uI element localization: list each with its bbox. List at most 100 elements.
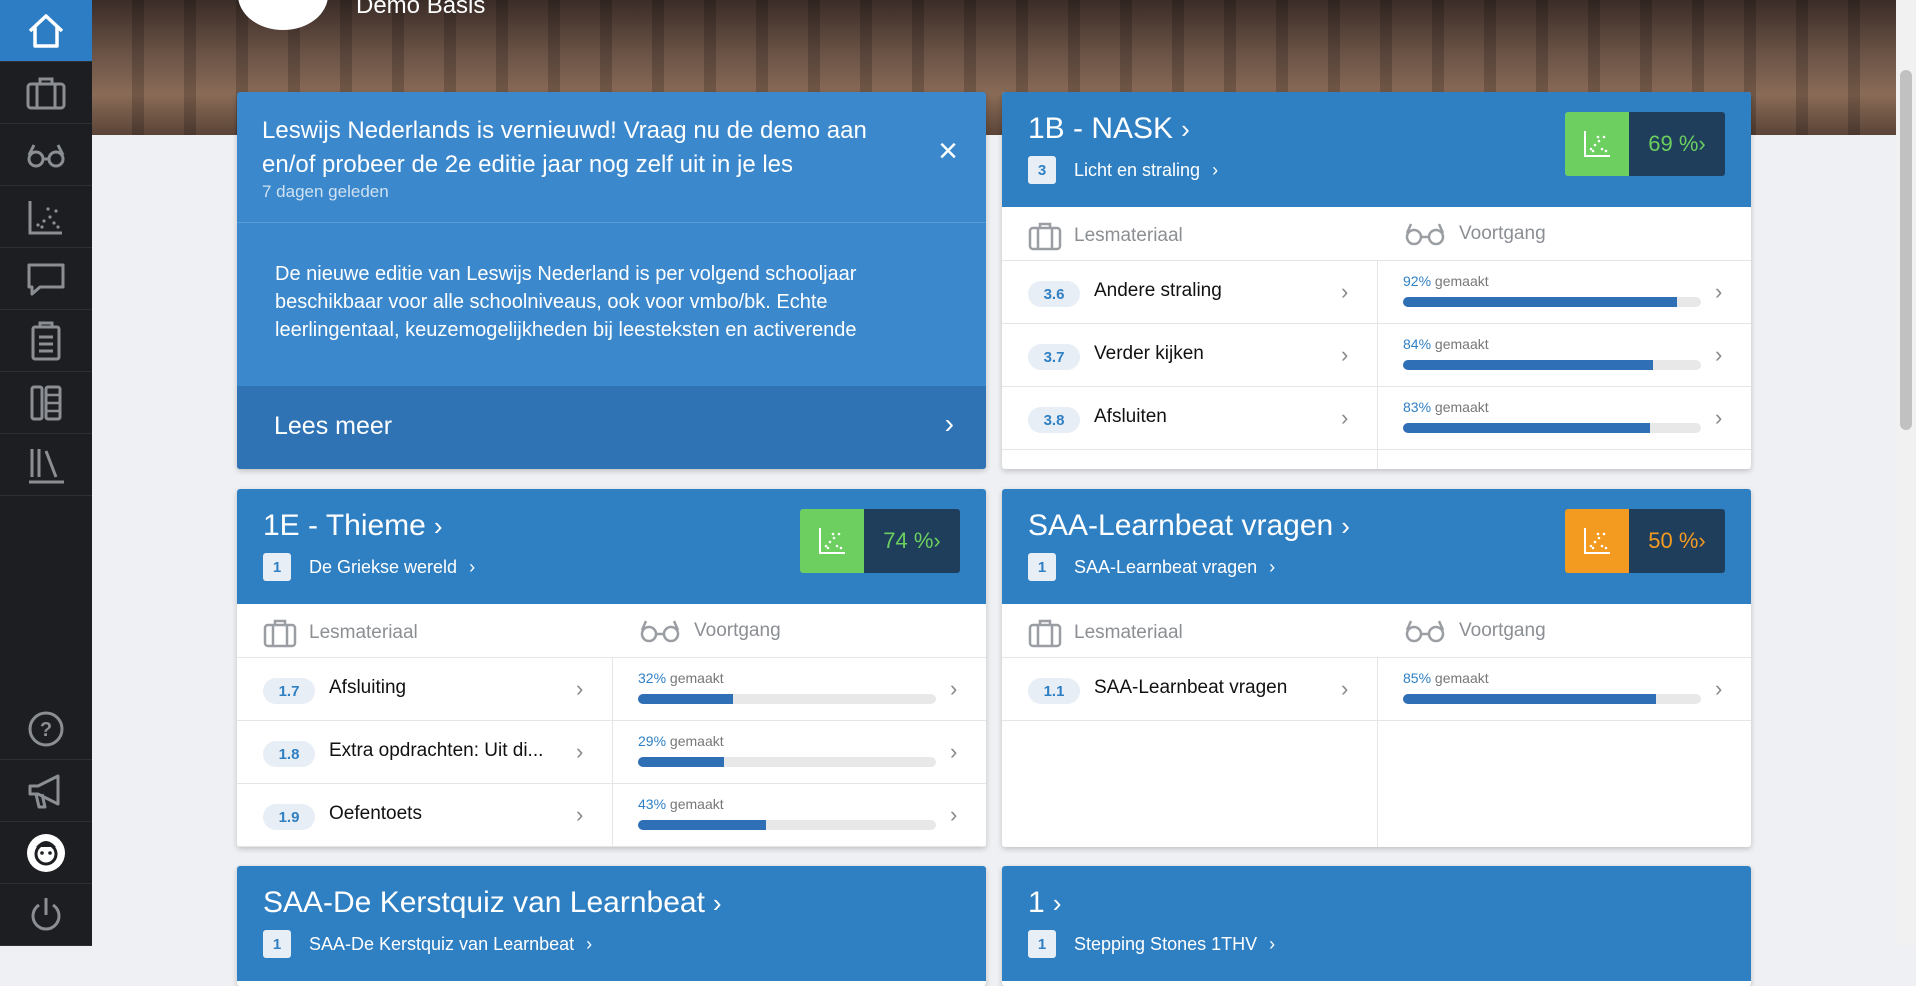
chapter-badge: 1 — [1028, 553, 1056, 581]
material-header: Lesmateriaal — [263, 618, 418, 648]
score-percent: 69 % — [1648, 131, 1699, 156]
course-title-link[interactable]: SAA-De Kerstquiz van Learnbeat › — [263, 886, 722, 920]
progress-made-label: gemaakt — [669, 733, 724, 749]
chevron-right-icon: › — [1052, 888, 1062, 918]
chevron-right-icon[interactable]: › — [950, 676, 957, 702]
progress-made-label: gemaakt — [669, 670, 724, 686]
scrollbar-thumb[interactable] — [1900, 70, 1912, 430]
progress-header: Voortgang — [1403, 618, 1546, 644]
read-more-button[interactable]: Lees meer › — [237, 386, 986, 469]
chapter-link[interactable]: 1 SAA-Learnbeat vragen › — [1028, 553, 1275, 581]
score-percent: 74 % — [883, 528, 934, 553]
chapter-link[interactable]: 1 Stepping Stones 1THV › — [1028, 930, 1275, 958]
progress-fill — [638, 757, 725, 767]
help-button[interactable]: ? — [0, 698, 92, 760]
chevron-right-icon[interactable]: › — [1715, 279, 1722, 305]
chevron-right-icon[interactable]: › — [576, 739, 583, 765]
chevron-right-icon[interactable]: › — [1341, 342, 1348, 368]
profile-button[interactable] — [0, 822, 92, 884]
card-header: 1E - Thieme › 1 De Griekse wereld › 74 % › — [237, 489, 986, 604]
material-label: Lesmateriaal — [1074, 622, 1183, 643]
progress-percent: 84% — [1403, 336, 1432, 352]
glasses-icon — [640, 620, 680, 643]
chart-icon — [1584, 131, 1610, 157]
score-button[interactable]: 74 % › — [800, 509, 960, 573]
progress-bar — [1403, 694, 1701, 704]
sidebar-item-results[interactable] — [0, 186, 92, 248]
lesson-number: 3.7 — [1028, 344, 1080, 370]
course-title: SAA-De Kerstquiz van Learnbeat — [263, 886, 705, 919]
chevron-right-icon[interactable]: › — [1715, 342, 1722, 368]
material-label: Lesmateriaal — [309, 622, 418, 643]
lesson-number: 1.9 — [263, 804, 315, 830]
material-header: Lesmateriaal — [1028, 618, 1183, 648]
sidebar-item-material[interactable] — [0, 62, 92, 124]
chapter-badge: 1 — [263, 930, 291, 958]
chapter-title: SAA-De Kerstquiz van Learnbeat — [309, 933, 575, 954]
lesson-name[interactable]: Oefentoets — [329, 803, 569, 825]
chevron-right-icon[interactable]: › — [1341, 405, 1348, 431]
lesson-number: 1.8 — [263, 741, 315, 767]
chevron-right-icon: › — [1341, 511, 1350, 541]
chevron-right-icon[interactable]: › — [1715, 405, 1722, 431]
progress-fill — [1403, 694, 1657, 704]
progress-text: 32% gemaakt — [638, 670, 724, 686]
lesson-name[interactable]: Extra opdrachten: Uit di... — [329, 740, 569, 762]
progress-label: Voortgang — [1459, 620, 1546, 641]
progress-made-label: gemaakt — [1434, 399, 1489, 415]
sidebar-item-methods[interactable] — [0, 372, 92, 434]
progress-made-label: gemaakt — [1434, 273, 1489, 289]
briefcase-icon — [1028, 222, 1062, 251]
sidebar-item-tasks[interactable] — [0, 310, 92, 372]
chapter-link[interactable]: 1 De Griekse wereld › — [263, 553, 475, 581]
course-title-link[interactable]: 1 › — [1028, 886, 1061, 920]
sidebar-item-progress[interactable] — [0, 124, 92, 186]
score-button[interactable]: 50 % › — [1565, 509, 1725, 573]
chapter-badge: 3 — [1028, 156, 1056, 184]
course-title-link[interactable]: SAA-Learnbeat vragen › — [1028, 509, 1350, 543]
progress-fill — [638, 694, 734, 704]
chapter-title: Licht en straling — [1074, 159, 1201, 180]
chevron-right-icon[interactable]: › — [950, 802, 957, 828]
chevron-right-icon[interactable]: › — [950, 739, 957, 765]
course-title-link[interactable]: 1E - Thieme › — [263, 509, 443, 543]
sidebar-item-home[interactable] — [0, 0, 92, 62]
lesson-name[interactable]: Verder kijken — [1094, 343, 1334, 365]
logout-button[interactable] — [0, 884, 92, 946]
chevron-right-icon: › — [1698, 131, 1706, 156]
lesson-number: 3.8 — [1028, 407, 1080, 433]
progress-bar — [638, 757, 936, 767]
progress-percent: 85% — [1403, 670, 1432, 686]
close-icon[interactable]: × — [938, 132, 958, 171]
progress-text: 43% gemaakt — [638, 796, 724, 812]
scrollbar[interactable] — [1896, 0, 1916, 946]
chevron-right-icon[interactable]: › — [1715, 676, 1722, 702]
chapter-link[interactable]: 3 Licht en straling › — [1028, 156, 1218, 184]
progress-made-label: gemaakt — [1434, 336, 1489, 352]
course-title-link[interactable]: 1B - NASK › — [1028, 112, 1190, 146]
course-card: SAA-Learnbeat vragen › 1 SAA-Learnbeat vrag… — [1002, 489, 1751, 847]
progress-made-label: gemaakt — [669, 796, 724, 812]
chapter-link[interactable]: 1 SAA-De Kerstquiz van Learnbeat › — [263, 930, 592, 958]
lesson-name[interactable]: SAA-Learnbeat vragen — [1094, 677, 1334, 699]
course-card: SAA-De Kerstquiz van Learnbeat › 1 SAA-De K… — [237, 866, 986, 986]
sidebar-item-messages[interactable] — [0, 248, 92, 310]
chevron-right-icon[interactable]: › — [1341, 279, 1348, 305]
announcements-button[interactable] — [0, 760, 92, 822]
lesson-name[interactable]: Afsluiten — [1094, 406, 1334, 428]
chevron-right-icon[interactable]: › — [576, 676, 583, 702]
column-headers: Lesmateriaal Voortgang — [237, 604, 986, 658]
progress-text: 85% gemaakt — [1403, 670, 1489, 686]
chevron-right-icon[interactable]: › — [576, 802, 583, 828]
chart-icon — [28, 200, 62, 234]
score-percent: 50 % — [1648, 528, 1699, 553]
chevron-right-icon[interactable]: › — [1341, 676, 1348, 702]
sidebar-item-library[interactable] — [0, 434, 92, 496]
score-button[interactable]: 69 % › — [1565, 112, 1725, 176]
chevron-right-icon: › — [1269, 933, 1276, 954]
lesson-name[interactable]: Andere straling — [1094, 280, 1334, 302]
lesson-name[interactable]: Afsluiting — [329, 677, 569, 699]
table-row: 1.8 Extra opdrachten: Uit di... › 29% gemaa… — [237, 721, 986, 784]
glasses-icon — [27, 143, 65, 167]
progress-label: Voortgang — [694, 620, 781, 641]
